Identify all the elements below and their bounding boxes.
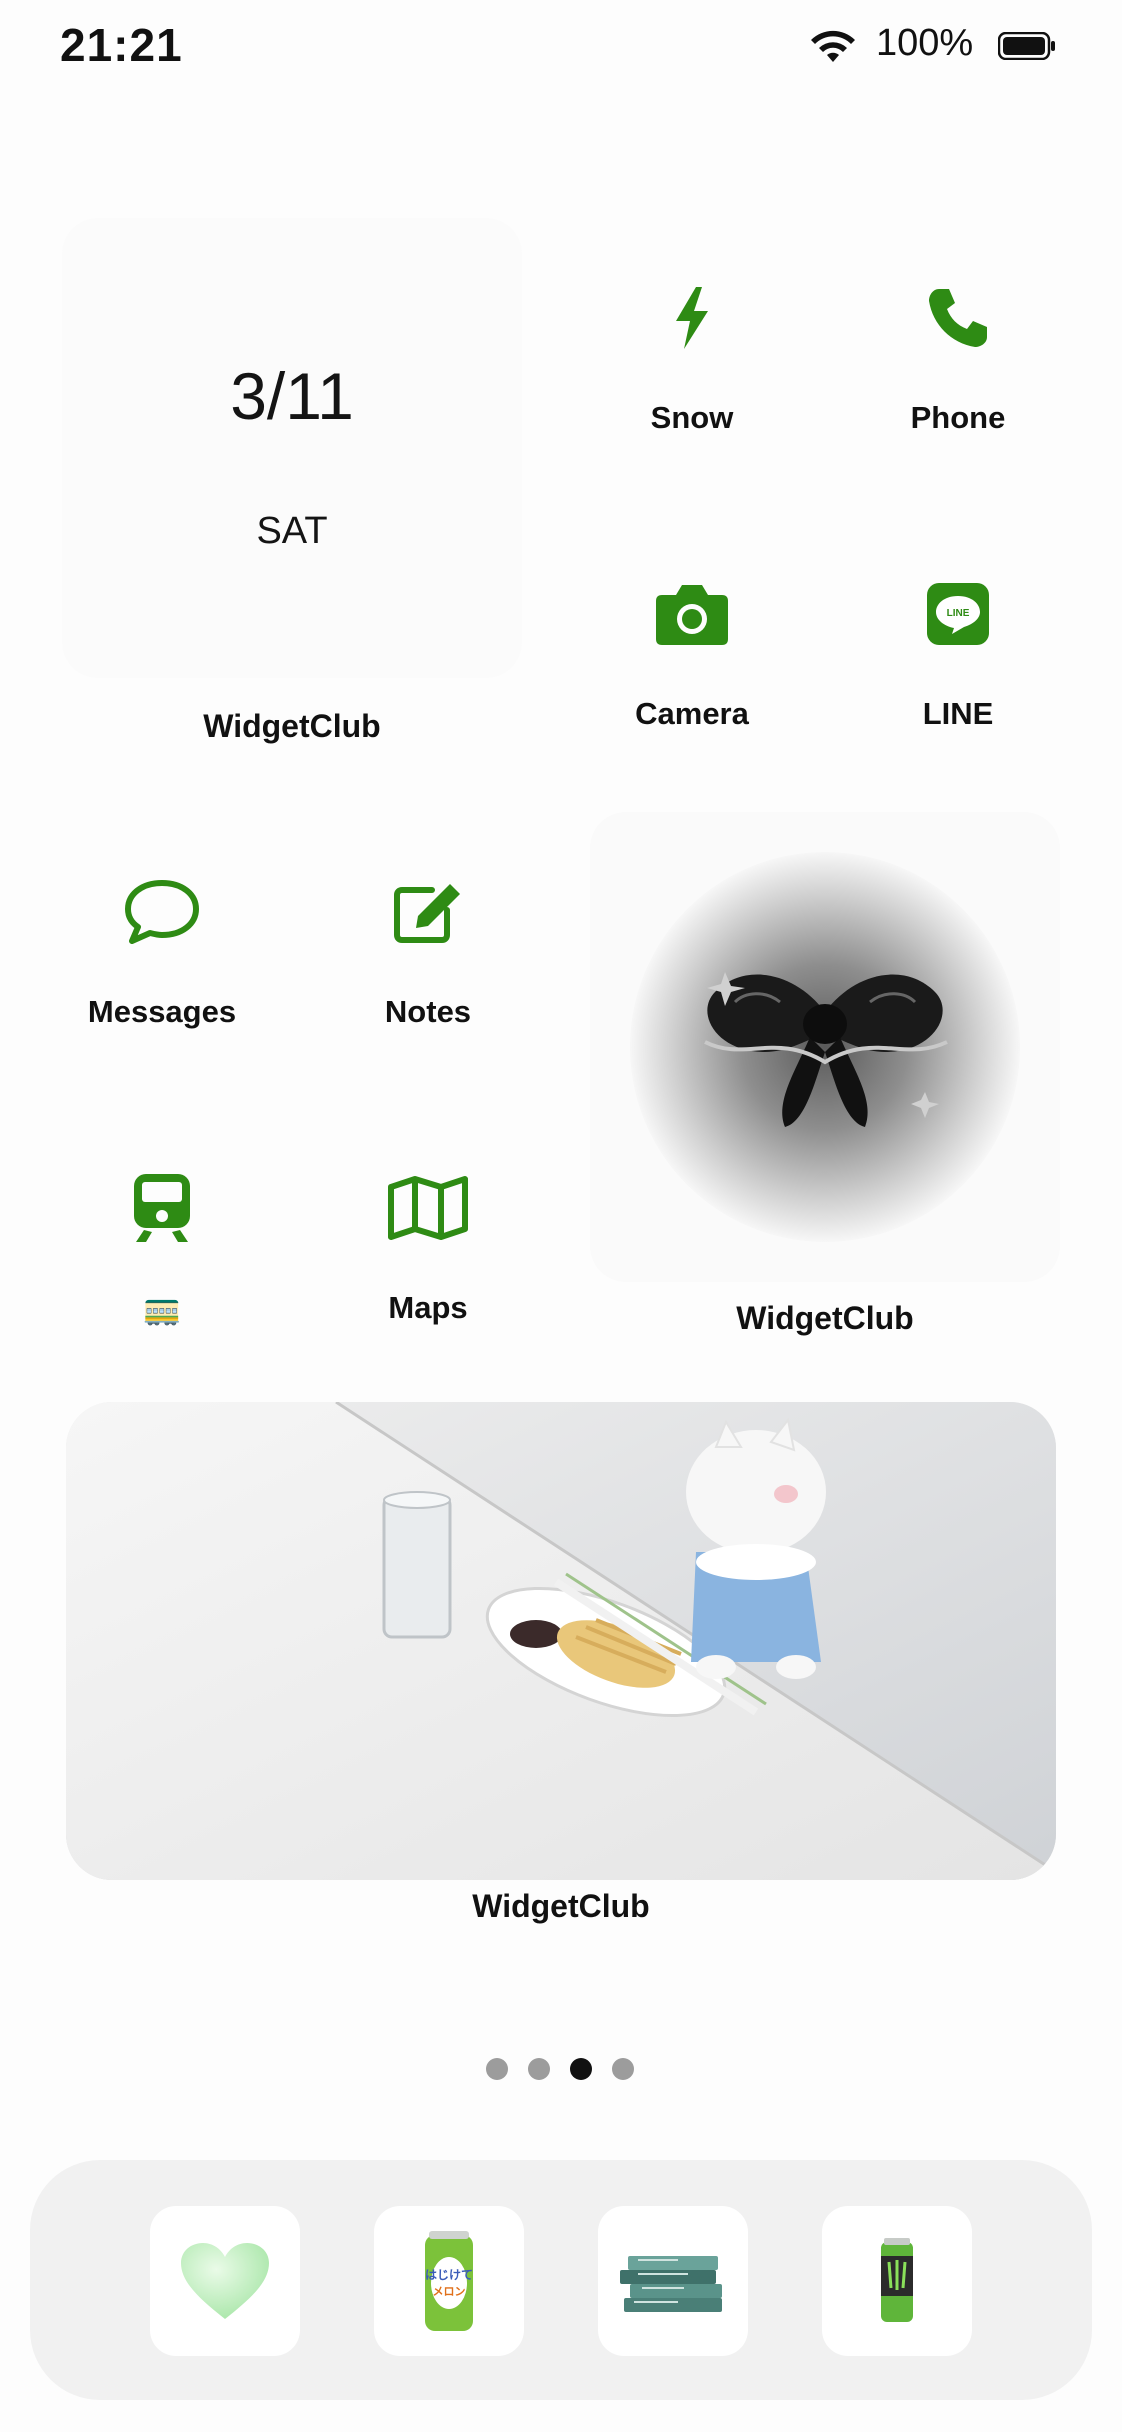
app-snow[interactable]: Snow — [592, 248, 792, 468]
app-maps[interactable]: Maps — [328, 1138, 528, 1358]
black-bow-icon — [704, 972, 948, 1127]
app-label: 🚃 — [142, 1291, 182, 1326]
dock-app-melon-soda[interactable]: はじけて メロン — [374, 2206, 524, 2356]
speech-bubble-icon — [112, 862, 212, 962]
app-train[interactable]: 🚃 — [62, 1138, 262, 1358]
app-label: Camera — [635, 696, 749, 731]
widget-date: 3/11 — [230, 359, 354, 433]
app-label: Snow — [650, 400, 734, 435]
date-widget[interactable]: 3/11 SAT — [62, 218, 522, 678]
dock-app-heart[interactable] — [150, 2206, 300, 2356]
battery-icon — [998, 32, 1055, 60]
book-stack-icon — [620, 2256, 722, 2312]
train-icon — [112, 1158, 212, 1258]
app-label: Messages — [87, 994, 237, 1029]
svg-text:メロン: メロン — [433, 2286, 466, 2298]
energy-drink-can-icon — [881, 2238, 913, 2322]
page-dot-active[interactable] — [570, 2058, 592, 2080]
green-heart-icon — [181, 2243, 269, 2319]
map-icon — [378, 1158, 478, 1258]
melon-soda-can-icon: はじけて メロン — [425, 2231, 473, 2331]
photo-scene — [66, 1402, 1056, 1880]
note-pencil-icon — [378, 862, 478, 962]
dock-app-books[interactable] — [598, 2206, 748, 2356]
battery-percent: 100% — [876, 22, 974, 64]
dock: はじけて メロン — [30, 2160, 1092, 2400]
app-label: Maps — [388, 1290, 468, 1325]
page-indicator[interactable] — [486, 2058, 646, 2082]
app-label: Phone — [910, 400, 1006, 435]
wifi-icon — [811, 30, 855, 62]
app-line[interactable]: LINE LINE — [858, 544, 1058, 764]
bow-widget[interactable] — [590, 812, 1060, 1282]
bow-widget-label: WidgetClub — [736, 1300, 914, 1336]
photo-widget[interactable] — [66, 1402, 1056, 1880]
page-dot[interactable] — [486, 2058, 508, 2080]
page-dot[interactable] — [612, 2058, 634, 2080]
line-icon: LINE — [908, 564, 1008, 664]
dock-app-energy-drink[interactable] — [822, 2206, 972, 2356]
svg-text:LINE: LINE — [947, 608, 970, 619]
photo-widget-label: WidgetClub — [472, 1888, 650, 1924]
app-label: LINE — [922, 696, 994, 731]
date-widget-label: WidgetClub — [203, 708, 381, 744]
svg-text:はじけて: はじけて — [425, 2268, 473, 2282]
widget-day: SAT — [256, 510, 328, 552]
page-dot[interactable] — [528, 2058, 550, 2080]
app-label: Notes — [384, 994, 472, 1029]
camera-icon — [642, 564, 742, 664]
app-messages[interactable]: Messages — [62, 842, 262, 1062]
app-phone[interactable]: Phone — [858, 248, 1058, 468]
status-bar: 21:21 100% — [0, 0, 1122, 100]
bolt-icon — [642, 268, 742, 368]
app-camera[interactable]: Camera — [592, 544, 792, 764]
app-notes[interactable]: Notes — [328, 842, 528, 1062]
status-time: 21:21 — [60, 19, 183, 71]
phone-icon — [908, 268, 1008, 368]
